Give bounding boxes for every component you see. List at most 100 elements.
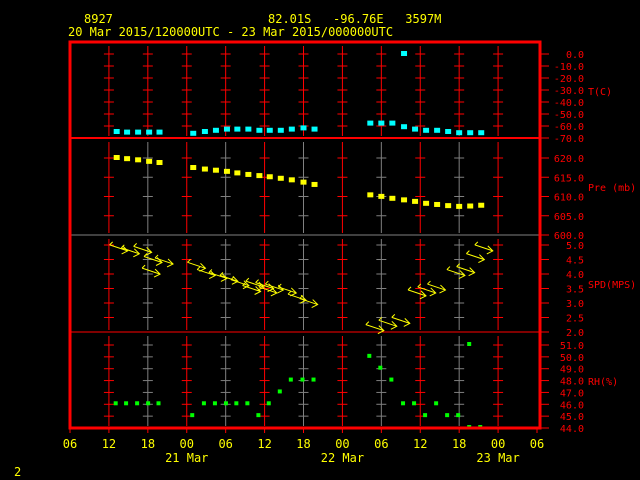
data-point — [256, 413, 261, 418]
x-tick-label: 06 — [530, 437, 544, 451]
data-point — [445, 203, 452, 209]
y-tick-label: 50.0 — [560, 353, 584, 364]
data-point — [288, 126, 295, 132]
x-tick-label: 18 — [141, 437, 155, 451]
y-tick-label: 2.5 — [566, 314, 584, 325]
data-point — [201, 166, 208, 172]
data-point — [156, 160, 163, 166]
y-tick-label: 620.0 — [554, 154, 584, 165]
data-point — [190, 413, 195, 418]
data-point — [212, 401, 217, 406]
y-tick-label: 3.0 — [566, 299, 584, 310]
data-point — [124, 156, 131, 162]
date-label: 23 Mar — [476, 451, 519, 465]
wind-barb — [255, 279, 259, 283]
y-tick-label: 48.0 — [560, 377, 584, 388]
data-point — [113, 155, 120, 160]
data-point — [245, 126, 252, 132]
data-point — [245, 401, 250, 406]
data-point — [311, 181, 318, 187]
data-point — [445, 129, 452, 134]
x-tick-label: 06 — [218, 437, 232, 451]
data-point — [311, 126, 318, 132]
data-point — [156, 401, 161, 406]
y-tick-label: 4.0 — [566, 270, 584, 281]
y-tick-label: 44.0 — [560, 424, 584, 435]
wind-barb — [391, 314, 396, 318]
data-point — [478, 130, 485, 136]
data-point — [223, 168, 230, 174]
date-label: 22 Mar — [321, 451, 364, 465]
meteogram-chart: 0.0-10.0-20.0-30.0-40.0-50.0-60.0-70.0 T(… — [63, 40, 636, 465]
x-tick-label: 06 — [374, 437, 388, 451]
data-point — [434, 401, 439, 406]
data-point — [401, 51, 408, 56]
y-tick-label: -20.0 — [554, 74, 584, 85]
wind-barb — [264, 280, 269, 285]
x-tick-label: 06 — [63, 437, 77, 451]
wind-barb — [287, 290, 292, 295]
y-tick-label: 49.0 — [560, 365, 584, 376]
y-tick-label: -60.0 — [554, 122, 584, 133]
wind-arrow — [109, 241, 129, 255]
y-tick-label: -30.0 — [554, 86, 584, 97]
data-point — [256, 127, 263, 133]
data-point — [412, 401, 417, 406]
data-point — [223, 401, 228, 406]
wind-barb — [196, 266, 201, 270]
panel-label: RH(%) — [588, 377, 618, 388]
data-point — [288, 377, 293, 382]
wind-barb — [133, 242, 137, 247]
wind-barb — [407, 286, 412, 291]
data-point — [456, 413, 461, 418]
x-tick-label: 12 — [413, 437, 427, 451]
data-point — [401, 401, 406, 406]
y-tick-label: 47.0 — [560, 388, 584, 399]
data-point — [412, 126, 419, 132]
y-tick-label: 5.0 — [566, 241, 584, 252]
data-point — [423, 127, 430, 133]
data-point — [378, 365, 383, 370]
wind-arrow — [474, 241, 494, 255]
data-point — [456, 130, 463, 136]
data-point — [401, 197, 408, 203]
y-tick-label: 51.0 — [560, 341, 584, 352]
wind-barb — [474, 241, 479, 246]
data-point — [190, 165, 197, 171]
date-label: 21 Mar — [165, 451, 208, 465]
data-point — [389, 120, 396, 126]
x-tick-label: 00 — [180, 437, 194, 451]
panel-label: T(C) — [588, 87, 612, 98]
data-point — [367, 120, 374, 126]
data-point — [266, 174, 273, 180]
wind-barb — [466, 250, 470, 254]
data-point — [378, 120, 385, 126]
y-tick-label: 610.0 — [554, 193, 584, 204]
data-point — [456, 203, 463, 209]
data-point — [212, 167, 219, 173]
wind-arrow — [141, 264, 161, 278]
data-point — [190, 130, 197, 136]
data-point — [467, 203, 474, 209]
data-point — [389, 195, 396, 201]
data-point — [300, 179, 307, 185]
wind-barb — [245, 277, 250, 282]
panel-label: SPD(MPS) — [588, 280, 636, 291]
y-tick-label: -50.0 — [554, 110, 584, 121]
wind-barb — [427, 280, 431, 285]
data-point — [412, 198, 419, 204]
y-tick-label: -70.0 — [554, 134, 584, 145]
y-tick-label: -40.0 — [554, 98, 584, 109]
data-point — [434, 127, 441, 133]
x-tick-label: 18 — [296, 437, 310, 451]
data-point — [300, 125, 307, 131]
wind-barb — [141, 264, 146, 269]
panel-label: Pre (mb) — [588, 183, 636, 194]
data-point — [367, 353, 372, 358]
wind-barb — [365, 321, 370, 326]
data-point — [201, 401, 206, 406]
data-point — [124, 401, 129, 406]
data-point — [146, 401, 151, 406]
data-point — [389, 377, 394, 382]
wind-arrow — [466, 250, 486, 264]
